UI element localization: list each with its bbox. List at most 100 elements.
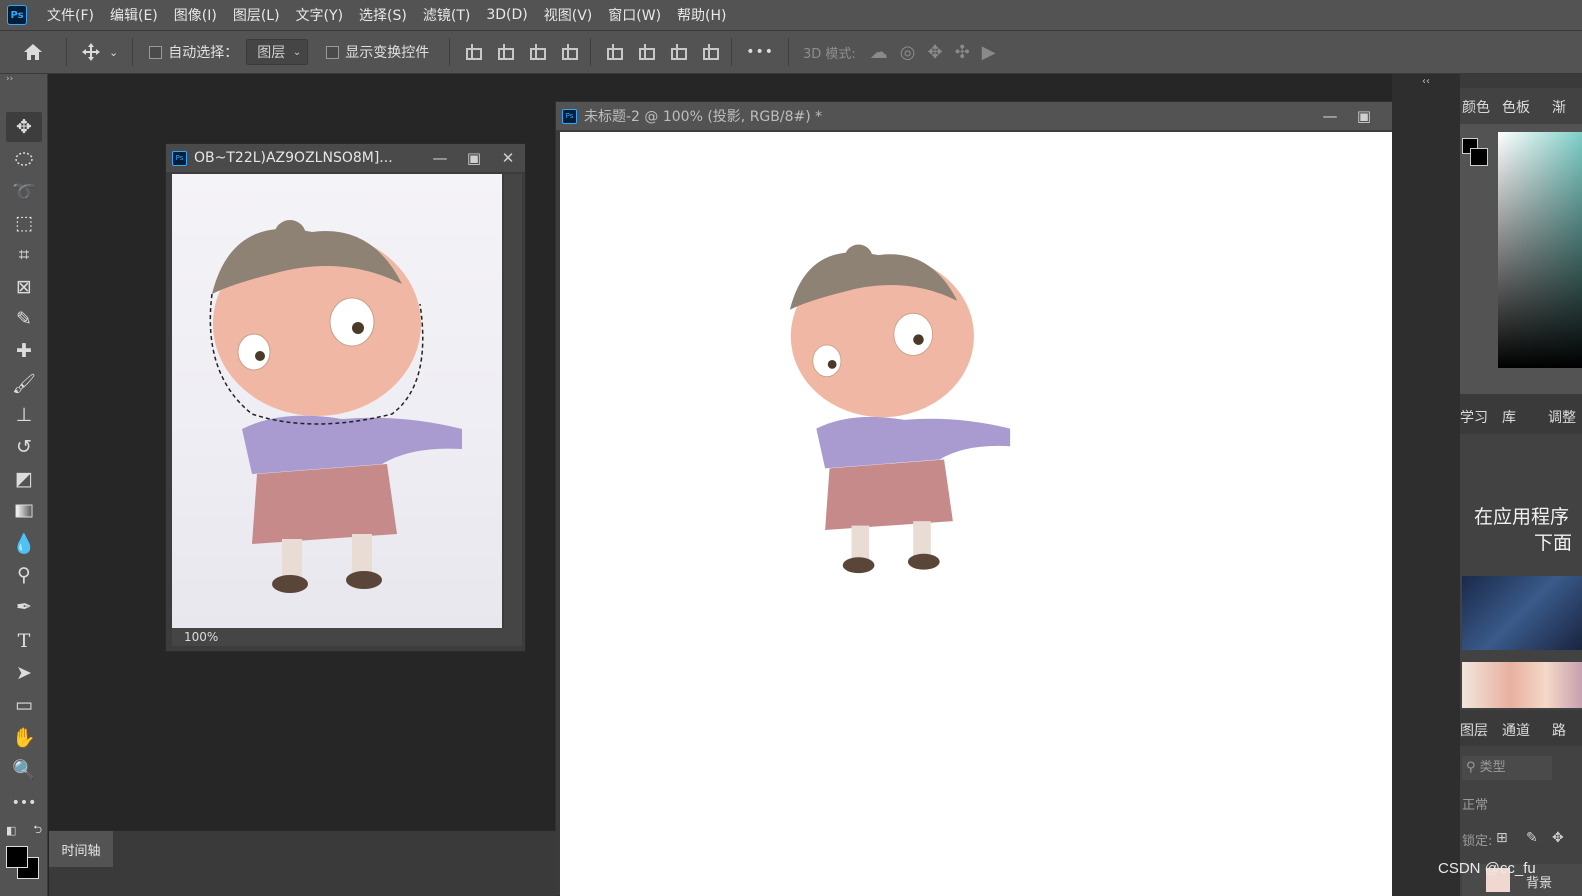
color-panel: 颜色 色板 渐 bbox=[1460, 88, 1582, 394]
tab-libraries[interactable]: 库 bbox=[1502, 407, 1516, 427]
crop-tool-icon[interactable]: ⌗ bbox=[6, 240, 42, 270]
history-brush-tool-icon[interactable]: ↺ bbox=[6, 432, 42, 462]
edit-toolbar-icon[interactable]: ••• bbox=[6, 788, 42, 818]
panel-collapse-icon[interactable]: ‹‹ bbox=[1422, 76, 1430, 87]
align-left-edges-icon[interactable] bbox=[464, 44, 483, 60]
menu-layer[interactable]: 图层(L) bbox=[225, 5, 288, 25]
csdn-watermark: CSDN @cc_fu bbox=[1438, 860, 1536, 877]
swap-colors-icon[interactable]: ◧ ⮌ bbox=[6, 820, 42, 840]
menu-filter[interactable]: 滤镜(T) bbox=[415, 5, 478, 25]
tab-layers[interactable]: 图层 bbox=[1460, 720, 1488, 740]
tab-channels[interactable]: 通道 bbox=[1502, 720, 1530, 740]
blend-mode-dropdown[interactable]: 正常 bbox=[1462, 794, 1488, 813]
layer-filter-field[interactable]: ⚲ 类型 bbox=[1462, 756, 1552, 780]
zoom-level-readout[interactable]: 100% bbox=[172, 628, 522, 646]
hand-tool-icon[interactable]: ✋ bbox=[6, 722, 42, 752]
zoom-tool-icon[interactable]: 🔍 bbox=[6, 754, 42, 784]
tab-gradients[interactable]: 渐 bbox=[1552, 97, 1566, 117]
3d-roll-icon[interactable]: ◎ bbox=[900, 42, 916, 63]
document-title-bar[interactable]: Ps 未标题-2 @ 100% (投影, RGB/8#) * — ▣ ✕ bbox=[556, 102, 1437, 130]
healing-brush-tool-icon[interactable]: ✚ bbox=[6, 336, 42, 366]
document-title: OB~T22L)AZ9OZLNSO8M]... bbox=[194, 150, 393, 166]
tools-panel: ›› ✥ ➰ ⬚ ⌗ ⊠ ✎ ✚ 🖌 ⊥ ↺ ◩ 💧 ⚲ ✒ T ➤ ▭ ✋ 🔍… bbox=[0, 74, 48, 896]
blur-tool-icon[interactable]: 💧 bbox=[6, 528, 42, 558]
lasso-tool-icon[interactable]: ➰ bbox=[6, 176, 42, 206]
minimize-icon[interactable]: — bbox=[1313, 107, 1347, 125]
menu-image[interactable]: 图像(I) bbox=[166, 5, 225, 25]
gradient-tool-icon[interactable] bbox=[6, 496, 42, 526]
ps-document-icon: Ps bbox=[562, 108, 577, 124]
auto-select-target-value: 图层 bbox=[257, 45, 286, 61]
eyedropper-tool-icon[interactable]: ✎ bbox=[6, 304, 42, 334]
tab-learn[interactable]: 学习 bbox=[1460, 407, 1488, 427]
source-image-canvas[interactable] bbox=[172, 174, 502, 628]
menu-edit[interactable]: 编辑(E) bbox=[102, 5, 166, 25]
move-tool-icon[interactable]: ✥ bbox=[6, 112, 42, 142]
minimize-icon[interactable]: — bbox=[423, 149, 457, 167]
show-transform-label: 显示变换控件 bbox=[345, 45, 430, 61]
tab-swatches[interactable]: 色板 bbox=[1502, 97, 1530, 117]
object-selection-tool-icon[interactable]: ⬚ bbox=[6, 208, 42, 238]
distribute-vertical-icon[interactable] bbox=[560, 44, 579, 60]
separator bbox=[590, 38, 592, 66]
rectangle-tool-icon[interactable]: ▭ bbox=[6, 690, 42, 720]
background-color-swatch[interactable] bbox=[1470, 148, 1488, 166]
elliptical-marquee-tool-icon[interactable] bbox=[6, 144, 42, 174]
3d-slide-icon[interactable]: ✣ bbox=[955, 42, 970, 63]
tab-adjustments[interactable]: 调整 bbox=[1548, 407, 1576, 427]
align-bottom-edges-icon[interactable] bbox=[669, 44, 688, 60]
3d-orbit-icon[interactable]: ☁ bbox=[870, 42, 888, 63]
frame-tool-icon[interactable]: ⊠ bbox=[6, 272, 42, 302]
show-transform-checkbox[interactable] bbox=[326, 45, 340, 59]
move-tool-icon[interactable] bbox=[81, 42, 101, 62]
tutorial-thumbnail-night-room[interactable] bbox=[1462, 576, 1582, 650]
type-tool-icon[interactable]: T bbox=[6, 626, 42, 656]
menu-help[interactable]: 帮助(H) bbox=[669, 5, 734, 25]
clone-stamp-tool-icon[interactable]: ⊥ bbox=[6, 400, 42, 430]
align-right-edges-icon[interactable] bbox=[528, 44, 547, 60]
chevron-down-icon: ⌄ bbox=[292, 46, 302, 58]
lock-position-icon[interactable]: ✥ bbox=[1552, 830, 1564, 846]
path-selection-tool-icon[interactable]: ➤ bbox=[6, 658, 42, 688]
auto-select-checkbox[interactable] bbox=[149, 45, 163, 59]
align-top-edges-icon[interactable] bbox=[605, 44, 624, 60]
menu-window[interactable]: 窗口(W) bbox=[600, 5, 669, 25]
separator bbox=[731, 38, 733, 66]
align-vertical-centers-icon[interactable] bbox=[637, 44, 656, 60]
tab-paths[interactable]: 路 bbox=[1552, 720, 1566, 740]
maximize-icon[interactable]: ▣ bbox=[1347, 107, 1381, 125]
pen-tool-icon[interactable]: ✒ bbox=[6, 592, 42, 622]
main-canvas[interactable] bbox=[560, 132, 1437, 896]
close-icon[interactable]: ✕ bbox=[491, 149, 525, 167]
tab-timeline[interactable]: 时间轴 bbox=[49, 831, 113, 867]
separator bbox=[132, 38, 134, 66]
3d-camera-icon[interactable]: ▶ bbox=[982, 42, 996, 63]
tab-color[interactable]: 颜色 bbox=[1462, 97, 1490, 117]
toolbar-collapse-icon[interactable]: ›› bbox=[0, 74, 47, 88]
menu-select[interactable]: 选择(S) bbox=[351, 5, 415, 25]
ps-document-icon: Ps bbox=[172, 150, 187, 166]
color-picker-field[interactable] bbox=[1498, 132, 1582, 368]
maximize-icon[interactable]: ▣ bbox=[457, 149, 491, 167]
auto-select-target-dropdown[interactable]: 图层 ⌄ bbox=[246, 39, 309, 65]
foreground-color-swatch[interactable] bbox=[6, 846, 28, 868]
distribute-horizontal-icon[interactable] bbox=[701, 44, 720, 60]
document-title-bar[interactable]: Ps OB~T22L)AZ9OZLNSO8M]... — ▣ ✕ bbox=[166, 144, 525, 172]
chevron-down-icon[interactable]: ⌄ bbox=[109, 46, 118, 59]
menu-file[interactable]: 文件(F) bbox=[39, 5, 102, 25]
color-swatches[interactable] bbox=[6, 846, 42, 882]
home-icon[interactable] bbox=[22, 42, 44, 62]
brush-tool-icon[interactable]: 🖌 bbox=[6, 368, 42, 398]
dodge-tool-icon[interactable]: ⚲ bbox=[6, 560, 42, 590]
align-horizontal-centers-icon[interactable] bbox=[496, 44, 515, 60]
eraser-tool-icon[interactable]: ◩ bbox=[6, 464, 42, 494]
menu-3d[interactable]: 3D(D) bbox=[478, 7, 535, 23]
menu-type[interactable]: 文字(Y) bbox=[288, 5, 351, 25]
vertical-scrollbar[interactable] bbox=[504, 174, 522, 628]
tutorial-thumbnail-flowers[interactable] bbox=[1462, 662, 1582, 708]
lock-image-pixels-icon[interactable]: ✎ bbox=[1526, 830, 1538, 846]
3d-drag-icon[interactable]: ✥ bbox=[928, 42, 943, 63]
more-options-icon[interactable]: ••• bbox=[746, 44, 774, 60]
menu-view[interactable]: 视图(V) bbox=[536, 5, 601, 25]
lock-transparent-pixels-icon[interactable]: ⊞ bbox=[1496, 830, 1508, 846]
